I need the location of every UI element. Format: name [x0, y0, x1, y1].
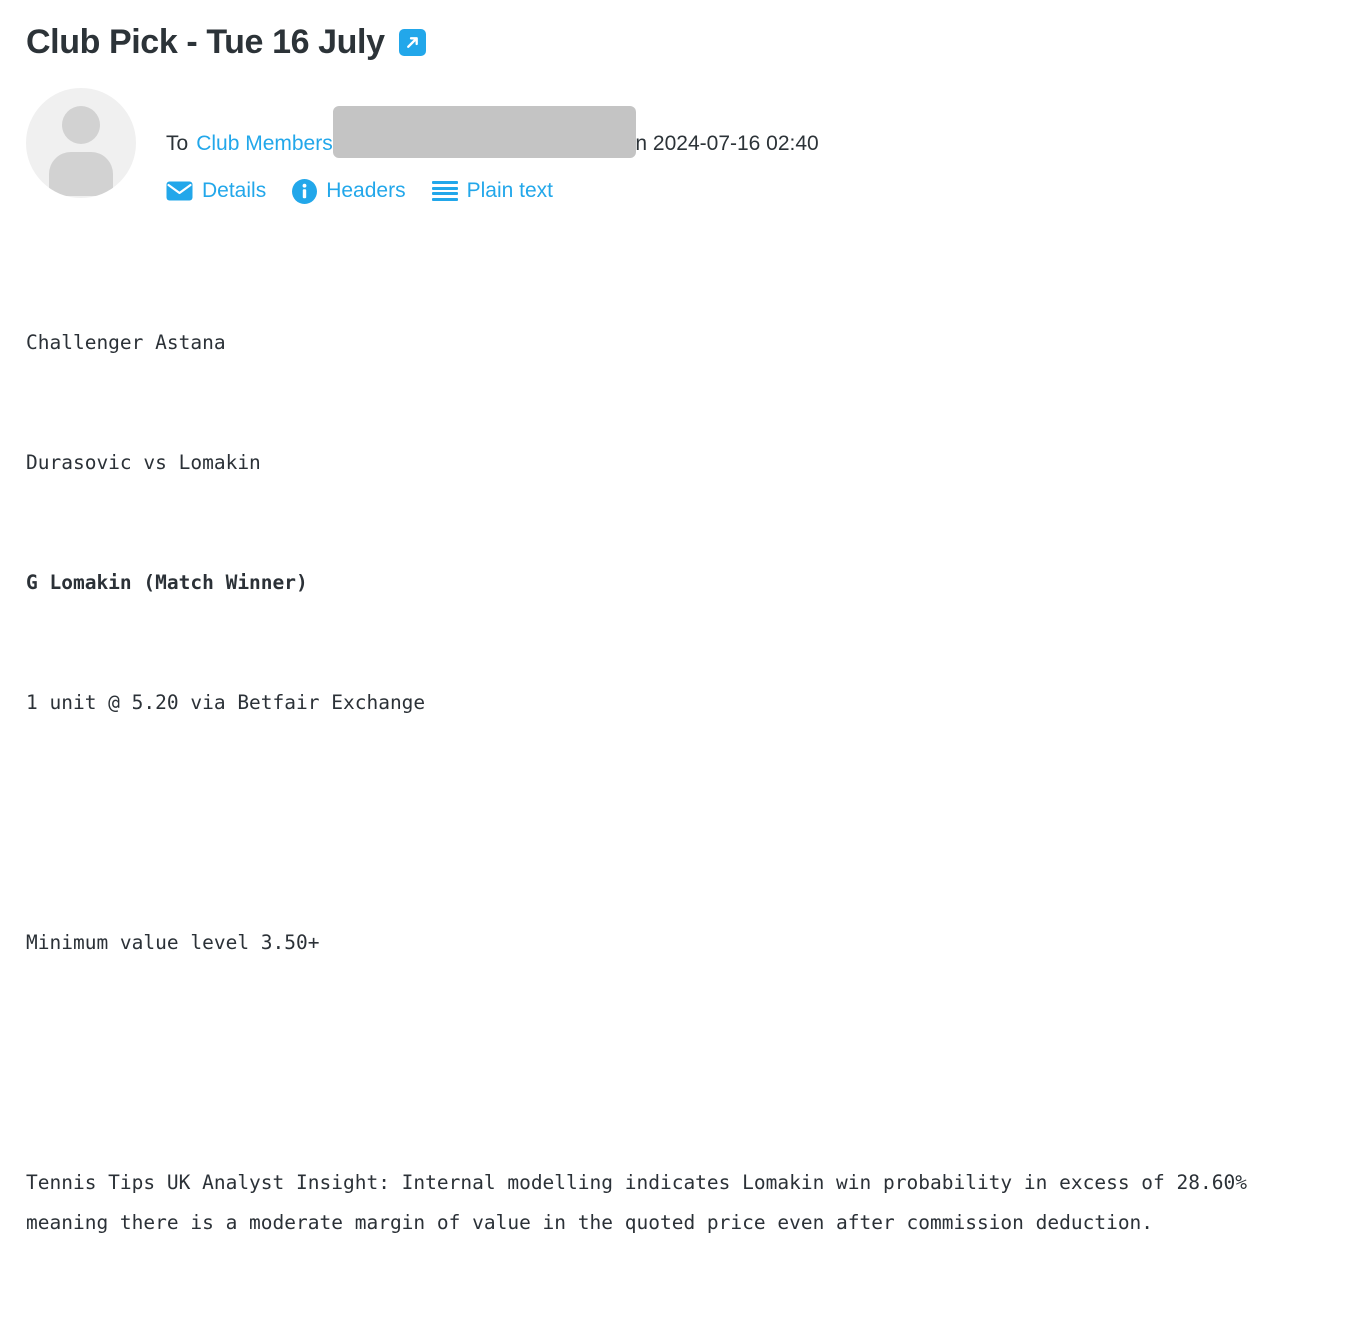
- title-row: Club Pick - Tue 16 July: [26, 20, 426, 64]
- message-body: Challenger Astana Durasovic vs Lomakin G…: [26, 243, 1326, 1323]
- redaction-box: [332, 106, 636, 158]
- meta-details: To Club Members on 2024-07-16 02:40 Deta…: [166, 88, 819, 204]
- to-label: To: [166, 132, 189, 155]
- avatar-body-shape: [49, 152, 113, 196]
- recipient-link[interactable]: Club Members: [196, 130, 333, 158]
- plain-text-action-label: Plain text: [466, 179, 553, 202]
- external-link-icon[interactable]: [398, 28, 426, 56]
- body-line: 1 unit @ 5.20 via Betfair Exchange: [26, 691, 426, 714]
- avatar-head-shape: [62, 106, 100, 144]
- headers-action-label: Headers: [326, 179, 406, 202]
- body-line: G Lomakin (Match Winner): [26, 571, 308, 594]
- body-line: Challenger Astana: [26, 331, 226, 354]
- body-line-blank: [26, 803, 1326, 843]
- details-action[interactable]: Details: [166, 178, 266, 204]
- message-meta-block: To Club Members on 2024-07-16 02:40 Deta…: [26, 88, 819, 204]
- body-line: Minimum value level 3.50+: [26, 931, 320, 954]
- headers-action[interactable]: Headers: [292, 178, 406, 204]
- recipient-line: To Club Members on 2024-07-16 02:40: [166, 98, 819, 158]
- body-paragraph: Tennis Tips UK Analyst Insight: Internal…: [26, 1171, 1259, 1234]
- avatar: [26, 88, 136, 198]
- body-line: Durasovic vs Lomakin: [26, 451, 261, 474]
- envelope-icon: [166, 181, 193, 201]
- email-view-page: Club Pick - Tue 16 July To Club Members …: [0, 0, 1358, 1234]
- message-actions: Details Headers Plain text: [166, 178, 819, 204]
- page-title: Club Pick - Tue 16 July: [26, 23, 385, 61]
- details-action-label: Details: [202, 179, 267, 202]
- sent-timestamp: on 2024-07-16 02:40: [623, 132, 819, 155]
- body-line-blank: [26, 1043, 1326, 1083]
- list-lines-icon: [431, 181, 458, 201]
- info-circle-icon: [292, 178, 318, 204]
- plain-text-action[interactable]: Plain text: [431, 178, 553, 204]
